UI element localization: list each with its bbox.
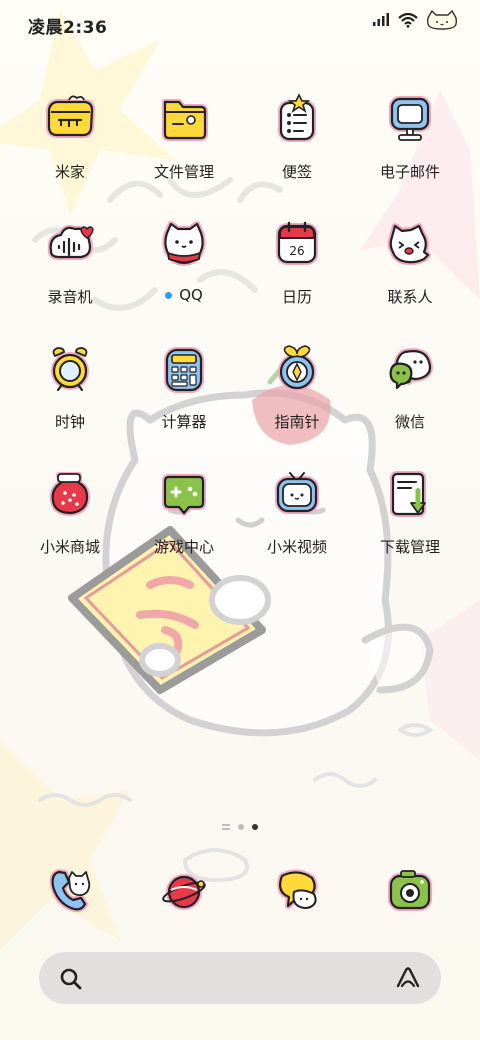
app-label: 便签	[281, 163, 312, 181]
notification-dot	[165, 291, 173, 299]
contacts-icon	[381, 215, 439, 273]
wallpaper-star	[420, 600, 480, 760]
status-time: 凌晨2:36	[28, 18, 108, 38]
app-qq[interactable]: QQ	[128, 215, 240, 327]
app-contacts[interactable]: 联系人	[354, 215, 466, 327]
app-wechat[interactable]: 微信	[354, 340, 466, 452]
mi-store-icon	[41, 465, 99, 523]
game-center-icon	[155, 465, 213, 523]
mi-video-icon	[268, 465, 326, 523]
clock-icon	[41, 340, 99, 398]
app-calendar[interactable]: 26 日历	[241, 215, 353, 327]
app-label: 计算器	[161, 413, 207, 431]
page-indicator[interactable]	[0, 824, 480, 830]
camera-icon	[381, 862, 439, 920]
app-label: 电子邮件	[379, 163, 440, 181]
dock	[0, 862, 480, 926]
wallpaper-scribbles	[38, 723, 434, 883]
app-label: 时钟	[54, 413, 85, 431]
app-file-manager[interactable]: 文件管理	[128, 90, 240, 202]
app-mijia[interactable]: 米家	[14, 90, 126, 202]
page-indicator-menu	[222, 824, 230, 830]
notes-icon	[268, 90, 326, 148]
dock-messages[interactable]	[241, 862, 353, 926]
compass-icon	[268, 340, 326, 398]
status-icons	[372, 10, 458, 30]
app-label: 小米商城	[39, 538, 100, 556]
app-label: 米家	[54, 163, 85, 181]
app-label: 文件管理	[153, 163, 214, 181]
mijia-icon	[41, 90, 99, 148]
calendar-icon: 26	[268, 215, 326, 273]
qq-icon	[155, 215, 213, 273]
app-label: 联系人	[387, 288, 433, 306]
download-icon	[381, 465, 439, 523]
signal-icon	[373, 13, 389, 26]
wechat-icon	[381, 340, 439, 398]
app-clock[interactable]: 时钟	[14, 340, 126, 452]
folder-icon	[155, 90, 213, 148]
app-email[interactable]: 电子邮件	[354, 90, 466, 202]
app-label: 下载管理	[379, 538, 440, 556]
app-mi-store[interactable]: 小米商城	[14, 465, 126, 577]
app-label: 微信	[394, 413, 425, 431]
app-label: 指南针	[274, 413, 320, 431]
app-label: 游戏中心	[153, 538, 214, 556]
app-label: 录音机	[47, 288, 93, 306]
calculator-icon	[155, 340, 213, 398]
page-dot	[238, 824, 244, 830]
app-compass[interactable]: 指南针	[241, 340, 353, 452]
app-calculator[interactable]: 计算器	[128, 340, 240, 452]
app-mi-video[interactable]: 小米视频	[241, 465, 353, 577]
search-icon[interactable]	[59, 967, 83, 991]
app-notes[interactable]: 便签	[241, 90, 353, 202]
app-label: QQ	[165, 286, 203, 304]
page-dot-active	[252, 824, 258, 830]
app-recorder[interactable]: 录音机	[14, 215, 126, 327]
dock-phone[interactable]	[14, 862, 126, 926]
calendar-day: 26	[289, 244, 304, 258]
search-bar[interactable]	[39, 952, 441, 1004]
app-game-center[interactable]: 游戏中心	[128, 465, 240, 577]
dock-camera[interactable]	[354, 862, 466, 926]
assistant-icon[interactable]	[395, 965, 421, 991]
app-label: 日历	[281, 288, 312, 306]
status-bar: 凌晨2:36	[0, 0, 480, 44]
recorder-icon	[41, 215, 99, 273]
email-icon	[381, 90, 439, 148]
battery-cat-icon	[426, 10, 458, 30]
dock-browser[interactable]	[128, 862, 240, 926]
messages-icon	[268, 862, 326, 920]
wifi-icon	[398, 12, 418, 28]
app-download[interactable]: 下载管理	[354, 465, 466, 577]
app-label: 小米视频	[266, 538, 327, 556]
browser-icon	[155, 862, 213, 920]
phone-icon	[41, 862, 99, 920]
